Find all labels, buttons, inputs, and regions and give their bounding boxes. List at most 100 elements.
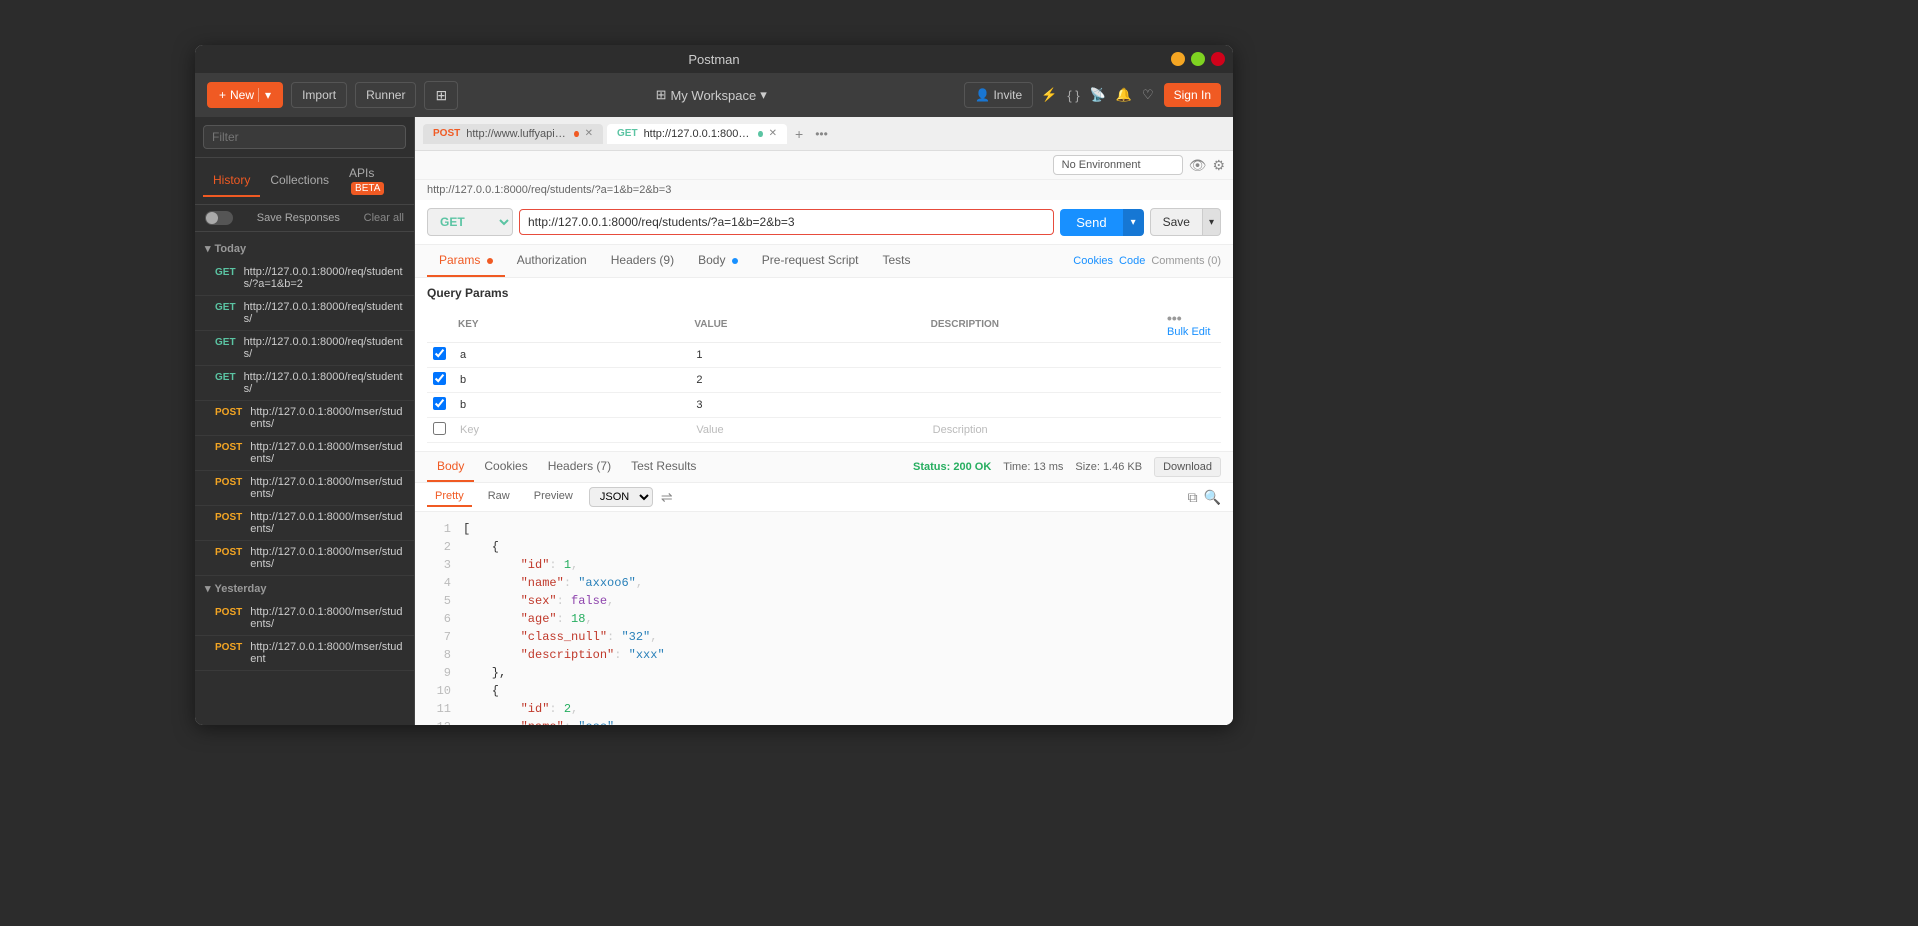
line-number-11[interactable]: 11: [427, 700, 451, 718]
comments-link[interactable]: Comments (0): [1151, 255, 1221, 267]
tab-method-post: POST: [433, 128, 460, 139]
sidebar-tab-history[interactable]: History: [203, 165, 260, 197]
workspace-button[interactable]: ⊞ My Workspace ▾: [656, 87, 767, 103]
tab-close-1[interactable]: ✕: [769, 128, 777, 139]
format-raw-button[interactable]: Raw: [480, 487, 518, 507]
code-line-12: 12 "name": "ooo",: [427, 718, 1221, 725]
eye-icon[interactable]: 👁: [1189, 157, 1207, 174]
new-button-arrow[interactable]: ▾: [258, 88, 271, 102]
param-checkbox-empty[interactable]: [433, 422, 446, 435]
history-item-7[interactable]: POST http://127.0.0.1:8000/mser/students…: [195, 506, 414, 541]
save-arrow-button[interactable]: ▾: [1203, 208, 1221, 236]
param-checkbox-2[interactable]: [433, 397, 446, 410]
line-number-10[interactable]: 10: [427, 682, 451, 700]
param-key-2[interactable]: [458, 397, 682, 413]
wrap-icon[interactable]: ⇌: [661, 489, 673, 506]
tab-add-button[interactable]: +: [791, 126, 807, 142]
tab-tests[interactable]: Tests: [871, 245, 923, 277]
maximize-button[interactable]: [1191, 52, 1205, 66]
bulk-edit-button[interactable]: Bulk Edit: [1167, 326, 1210, 338]
method-select[interactable]: GET POST PUT DELETE: [427, 208, 513, 236]
tab-authorization[interactable]: Authorization: [505, 245, 599, 277]
extra-button[interactable]: ⊞: [424, 81, 458, 110]
history-item-4[interactable]: POST http://127.0.0.1:8000/mser/students…: [195, 401, 414, 436]
history-item-6[interactable]: POST http://127.0.0.1:8000/mser/students…: [195, 471, 414, 506]
line-number-3[interactable]: 3: [427, 556, 451, 574]
param-val-1[interactable]: [694, 372, 918, 388]
param-key-0[interactable]: [458, 347, 682, 363]
request-tab-0[interactable]: POST http://www.luffyapi.com:8000/ ✕: [423, 124, 603, 144]
tab-params[interactable]: Params: [427, 245, 505, 277]
history-item-y0[interactable]: POST http://127.0.0.1:8000/mser/students…: [195, 601, 414, 636]
response-tab-test-results[interactable]: Test Results: [621, 452, 706, 482]
new-button[interactable]: + New ▾: [207, 82, 283, 108]
tab-body[interactable]: Body: [686, 245, 750, 277]
url-breadcrumb: http://127.0.0.1:8000/req/students/?a=1&…: [415, 180, 1233, 200]
line-number-6[interactable]: 6: [427, 610, 451, 628]
history-item-0[interactable]: GET http://127.0.0.1:8000/req/students/?…: [195, 261, 414, 296]
param-key-1[interactable]: [458, 372, 682, 388]
search-icon[interactable]: 🔍: [1204, 489, 1221, 506]
line-number-2[interactable]: 2: [427, 538, 451, 556]
send-arrow-button[interactable]: ▾: [1123, 209, 1144, 236]
copy-icon[interactable]: ⧉: [1188, 489, 1198, 506]
response-tab-cookies[interactable]: Cookies: [474, 452, 537, 482]
clear-all-button[interactable]: Clear all: [364, 212, 404, 224]
sidebar-tab-collections[interactable]: Collections: [260, 165, 339, 197]
sidebar-filter-input[interactable]: [203, 125, 406, 149]
gear-icon[interactable]: ⚙: [1212, 157, 1225, 174]
sidebar-tabs: History Collections APIs BETA: [195, 158, 414, 205]
param-key-empty[interactable]: [458, 422, 682, 438]
param-desc-0[interactable]: [931, 347, 1155, 363]
url-input[interactable]: [519, 209, 1054, 235]
minimize-button[interactable]: [1171, 52, 1185, 66]
environment-select[interactable]: No Environment: [1053, 155, 1183, 175]
request-tab-1[interactable]: GET http://127.0.0.1:8000/req/studer ✕: [607, 124, 787, 144]
save-responses-toggle[interactable]: [205, 211, 233, 225]
history-item-2[interactable]: GET http://127.0.0.1:8000/req/students/: [195, 331, 414, 366]
cookies-link[interactable]: Cookies: [1073, 255, 1113, 267]
history-item-y1[interactable]: POST http://127.0.0.1:8000/mser/student: [195, 636, 414, 671]
save-button[interactable]: Save: [1150, 208, 1203, 236]
param-val-0[interactable]: [694, 347, 918, 363]
format-type-select[interactable]: JSON: [589, 487, 653, 507]
param-val-2[interactable]: [694, 397, 918, 413]
line-number-1[interactable]: 1: [427, 520, 451, 538]
param-checkbox-0[interactable]: [433, 347, 446, 360]
response-tab-headers[interactable]: Headers (7): [538, 452, 621, 482]
line-number-5[interactable]: 5: [427, 592, 451, 610]
tab-headers[interactable]: Headers (9): [599, 245, 686, 277]
invite-button[interactable]: 👤 Invite: [964, 82, 1033, 108]
line-number-9[interactable]: 9: [427, 664, 451, 682]
import-button[interactable]: Import: [291, 82, 347, 108]
param-checkbox-1[interactable]: [433, 372, 446, 385]
param-desc-empty[interactable]: [931, 422, 1155, 438]
line-number-8[interactable]: 8: [427, 646, 451, 664]
close-button[interactable]: [1211, 52, 1225, 66]
send-button[interactable]: Send: [1060, 209, 1122, 236]
tab-method-get: GET: [617, 128, 638, 139]
param-desc-1[interactable]: [931, 372, 1155, 388]
format-preview-button[interactable]: Preview: [526, 487, 581, 507]
param-desc-2[interactable]: [931, 397, 1155, 413]
line-number-12[interactable]: 12: [427, 718, 451, 725]
params-more-icon[interactable]: •••: [1167, 310, 1182, 326]
runner-button[interactable]: Runner: [355, 82, 416, 108]
sign-in-button[interactable]: Sign In: [1164, 83, 1221, 107]
download-button[interactable]: Download: [1154, 457, 1221, 477]
param-val-empty[interactable]: [694, 422, 918, 438]
sidebar-tab-apis[interactable]: APIs BETA: [339, 158, 406, 204]
code-link[interactable]: Code: [1119, 255, 1145, 267]
response-tab-body[interactable]: Body: [427, 452, 474, 482]
tab-pre-request[interactable]: Pre-request Script: [750, 245, 871, 277]
history-item-5[interactable]: POST http://127.0.0.1:8000/mser/students…: [195, 436, 414, 471]
history-item-3[interactable]: GET http://127.0.0.1:8000/req/students/: [195, 366, 414, 401]
line-number-7[interactable]: 7: [427, 628, 451, 646]
line-number-4[interactable]: 4: [427, 574, 451, 592]
method-badge-get: GET: [211, 266, 240, 279]
format-pretty-button[interactable]: Pretty: [427, 487, 472, 507]
history-item-1[interactable]: GET http://127.0.0.1:8000/req/students/: [195, 296, 414, 331]
tab-close-0[interactable]: ✕: [585, 128, 593, 139]
history-item-8[interactable]: POST http://127.0.0.1:8000/mser/students…: [195, 541, 414, 576]
tab-menu-button[interactable]: •••: [815, 127, 828, 141]
